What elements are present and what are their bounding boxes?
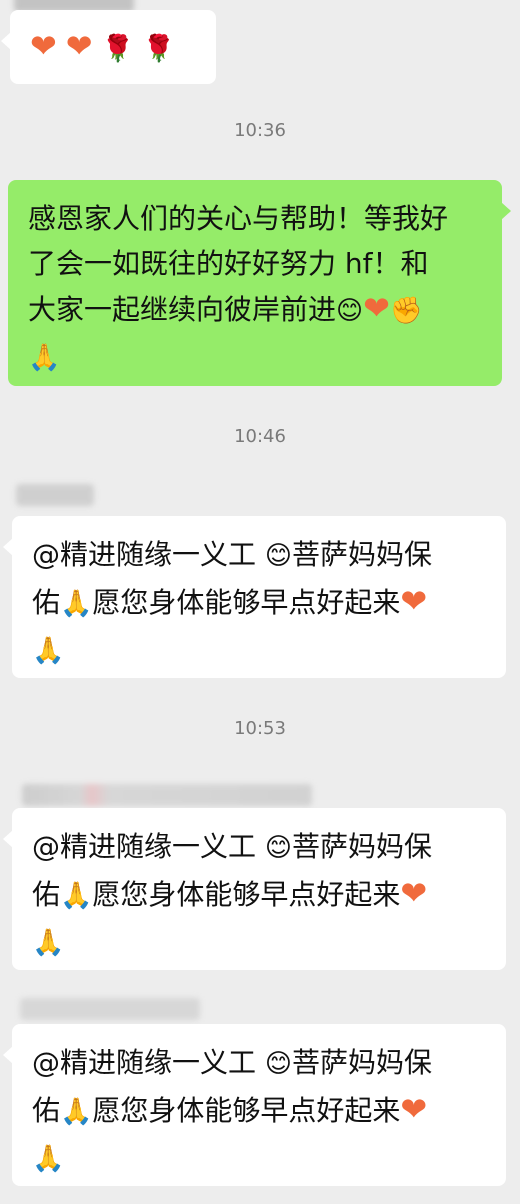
pray-emoji: 🙏 (32, 636, 65, 666)
sender-name-blurred (20, 998, 200, 1020)
message-line: 🙏 (32, 1135, 486, 1182)
mention-text: @精进随缘一义工 (32, 538, 265, 571)
pray-emoji: 🙏 (60, 1097, 93, 1127)
pray-emoji: 🙏 (60, 881, 93, 911)
message-text: 菩萨妈妈保 (292, 538, 433, 571)
message-text: 大家一起继续向彼岸前进 (28, 293, 337, 326)
timestamp: 10:46 (234, 426, 286, 447)
rose-emoji: 🌹 (142, 34, 176, 64)
message-line: 大家一起继续向彼岸前进😊❤✊ (28, 286, 482, 334)
pray-emoji: 🙏 (60, 589, 93, 619)
message-line: 🙏 (32, 627, 486, 674)
rose-emoji: 🌹 (101, 34, 134, 64)
pray-emoji: 🙏 (32, 928, 65, 958)
mention-text: @精进随缘一义工 (32, 830, 265, 863)
message-text: 愿您身体能够早点好起来 (92, 1094, 401, 1127)
heart-emoji: ❤ (363, 289, 390, 327)
message-bubble-emoji[interactable]: ❤ ❤ 🌹 🌹 (1, 10, 216, 84)
timestamp: 10:36 (234, 120, 286, 141)
message-line: 了会一如既往的好好努力 hf！和 (28, 247, 429, 280)
message-line: 🙏 (28, 334, 482, 381)
sent-message-bubble[interactable]: 感恩家人们的关心与帮助！等我好 了会一如既往的好好努力 hf！和 大家一起继续向… (8, 180, 511, 386)
heart-emoji: ❤ (400, 582, 428, 620)
smile-emoji: 😊 (264, 833, 293, 863)
smile-emoji: 😊 (336, 296, 364, 326)
message-line: 佑🙏愿您身体能够早点好起来❤ (32, 1087, 486, 1135)
message-line: @精进随缘一义工 😊菩萨妈妈保 (32, 824, 486, 871)
received-message-bubble[interactable]: @精进随缘一义工 😊菩萨妈妈保 佑🙏愿您身体能够早点好起来❤ 🙏 (3, 808, 506, 970)
message-line: 佑🙏愿您身体能够早点好起来❤ (32, 871, 486, 919)
pray-emoji: 🙏 (32, 1144, 65, 1174)
heart-emoji: ❤ (400, 1090, 428, 1128)
smile-emoji: 😊 (264, 541, 293, 571)
message-text: 菩萨妈妈保 (292, 830, 433, 863)
heart-emoji: ❤ (65, 27, 93, 65)
message-text: 佑 (32, 586, 61, 619)
message-text: 佑 (32, 1094, 61, 1127)
message-text: 愿您身体能够早点好起来 (92, 586, 401, 619)
sender-name-blurred (22, 784, 312, 806)
sender-name-blurred (16, 484, 94, 506)
received-message-bubble[interactable]: @精进随缘一义工 😊菩萨妈妈保 佑🙏愿您身体能够早点好起来❤ 🙏 (3, 516, 506, 678)
pray-emoji: 🙏 (28, 343, 61, 373)
message-line: @精进随缘一义工 😊菩萨妈妈保 (32, 532, 486, 579)
message-line: 感恩家人们的关心与帮助！等我好 (28, 202, 449, 235)
message-text: 愿您身体能够早点好起来 (92, 878, 401, 911)
heart-emoji: ❤ (30, 27, 57, 65)
message-text: 佑 (32, 878, 61, 911)
message-text: 菩萨妈妈保 (292, 1046, 433, 1079)
message-line: @精进随缘一义工 😊菩萨妈妈保 (32, 1040, 486, 1087)
heart-emoji: ❤ (400, 874, 428, 912)
message-line: 佑🙏愿您身体能够早点好起来❤ (32, 579, 486, 627)
timestamp: 10:53 (234, 718, 286, 739)
message-line: 🙏 (32, 919, 486, 966)
received-message-bubble[interactable]: @精进随缘一义工 😊菩萨妈妈保 佑🙏愿您身体能够早点好起来❤ 🙏 (3, 1024, 506, 1186)
smile-emoji: 😊 (264, 1049, 293, 1079)
fist-emoji: ✊ (389, 296, 423, 326)
mention-text: @精进随缘一义工 (32, 1046, 265, 1079)
